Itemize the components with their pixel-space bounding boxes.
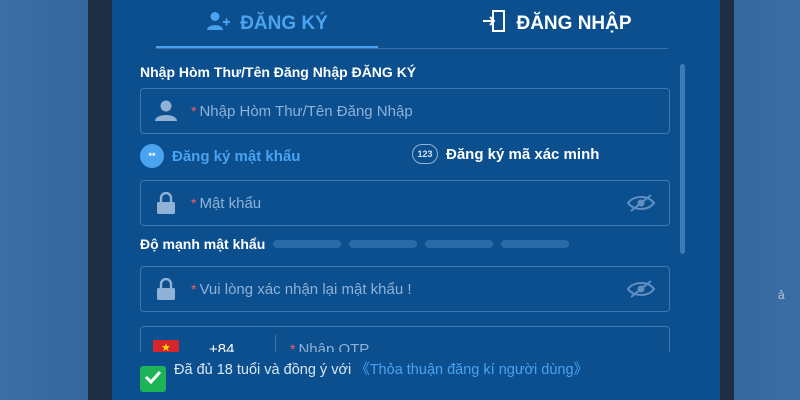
option-register-code-label: Đăng ký mã xác minh — [446, 145, 600, 163]
option-register-password-label: Đăng ký mật khẩu — [172, 147, 301, 165]
option-register-password[interactable]: ** Đăng ký mật khẩu — [140, 144, 300, 168]
code-option-badge: 123 — [412, 144, 438, 164]
confirm-password-field[interactable]: * — [140, 266, 670, 312]
agreement-row: Đã đủ 18 tuổi và đồng ý với 《Thỏa thuận … — [132, 352, 720, 400]
password-strength: Độ mạnh mật khẩu — [140, 236, 577, 252]
background-left — [0, 0, 112, 400]
strength-bar — [501, 240, 570, 248]
user-plus-icon — [206, 11, 231, 37]
eye-slash-icon[interactable] — [613, 279, 669, 299]
tab-login[interactable]: ĐĂNG NHẬP — [442, 0, 672, 48]
lock-icon — [141, 192, 191, 214]
background-left-strip — [88, 0, 112, 400]
tab-login-label: ĐĂNG NHẬP — [516, 13, 632, 34]
password-option-badge: ** — [140, 144, 164, 168]
required-mark: * — [191, 103, 197, 119]
strength-bar — [349, 240, 418, 248]
strength-bar — [425, 240, 494, 248]
eye-slash-icon[interactable] — [613, 193, 669, 213]
tab-register[interactable]: ĐĂNG KÝ — [156, 0, 378, 48]
password-input[interactable] — [199, 194, 613, 212]
tabs-divider — [156, 48, 668, 49]
user-icon — [141, 100, 191, 122]
strength-bar — [273, 240, 342, 248]
password-field[interactable]: * — [140, 180, 670, 226]
lock-icon — [141, 278, 191, 300]
option-register-code[interactable]: 123 Đăng ký mã xác minh — [412, 144, 599, 164]
agreement-statement: Đã đủ 18 tuổi và đồng ý với — [174, 362, 356, 378]
username-label: Nhập Hòm Thư/Tên Đăng Nhập ĐĂNG KÝ — [140, 64, 417, 80]
username-field[interactable]: * — [140, 88, 670, 134]
username-input[interactable] — [199, 102, 669, 120]
tab-register-label: ĐĂNG KÝ — [240, 13, 328, 34]
confirm-password-input[interactable] — [199, 280, 613, 298]
background-right: ả — [712, 0, 800, 400]
user-agreement-link[interactable]: 《Thỏa thuận đăng kí người dùng》 — [355, 362, 588, 378]
required-mark: * — [191, 281, 197, 297]
required-mark: * — [191, 195, 197, 211]
form-scrollbar[interactable] — [680, 64, 685, 254]
password-strength-label: Độ mạnh mật khẩu — [140, 236, 266, 252]
register-panel: ĐĂNG KÝ ĐĂNG NHẬP Nhập Hòm Thư/Tên Đăng … — [112, 0, 720, 400]
auth-tabs: ĐĂNG KÝ ĐĂNG NHẬP — [112, 0, 720, 50]
agreement-checkbox[interactable] — [140, 366, 166, 392]
agreement-text: Đã đủ 18 tuổi và đồng ý với 《Thỏa thuận … — [174, 360, 674, 380]
background-glyph: ả — [778, 288, 785, 302]
login-door-icon — [482, 10, 506, 38]
check-icon — [144, 370, 162, 389]
